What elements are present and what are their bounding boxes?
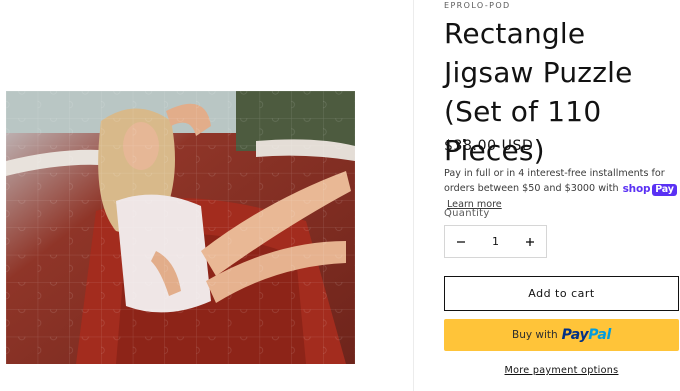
paypal-logo: PayPal xyxy=(561,327,612,343)
column-divider xyxy=(413,0,414,391)
shop-pay-suffix: Pay xyxy=(652,184,677,196)
add-to-cart-button[interactable]: Add to cart xyxy=(444,276,679,311)
quantity-stepper: 1 xyxy=(444,225,547,258)
paypal-button-prefix: Buy with xyxy=(511,329,558,341)
quantity-label: Quantity xyxy=(444,208,490,219)
quantity-increment-button[interactable] xyxy=(514,226,546,257)
product-image[interactable] xyxy=(6,91,355,364)
product-price: $38.00 USD xyxy=(444,138,534,154)
product-vendor: EPROLO-POD xyxy=(444,1,511,10)
plus-icon xyxy=(526,237,534,246)
paypal-logo-part1: Pay xyxy=(561,327,589,343)
quantity-input[interactable]: 1 xyxy=(477,235,514,248)
paypal-button[interactable]: Buy with PayPal xyxy=(444,319,679,351)
quantity-decrement-button[interactable] xyxy=(445,226,477,257)
more-payment-options-link[interactable]: More payment options xyxy=(444,365,679,376)
shop-pay-logo: shop Pay xyxy=(623,182,677,197)
product-gallery xyxy=(0,0,413,391)
installments-notice: Pay in full or in 4 interest-free instal… xyxy=(444,166,680,212)
puzzle-photo xyxy=(6,91,355,364)
minus-icon xyxy=(457,240,465,243)
paypal-logo-part2: Pal xyxy=(588,327,611,343)
shop-pay-prefix: shop xyxy=(622,183,651,195)
